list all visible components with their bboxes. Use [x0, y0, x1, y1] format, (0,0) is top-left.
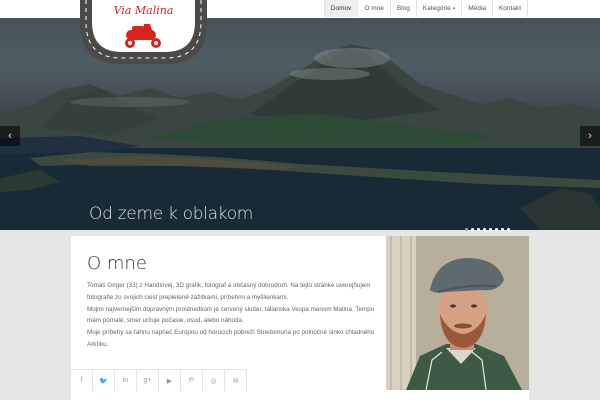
- nav-label: Kontakt: [498, 5, 521, 12]
- slider-dot[interactable]: [489, 228, 492, 231]
- slider-dot[interactable]: [501, 228, 504, 231]
- main-nav: Domov O mne Blog Kategórie ▾ Média Kontak…: [323, 0, 528, 17]
- slider-dot[interactable]: [477, 228, 480, 231]
- about-text: Tomáš Griger (33) z Handlovej, 3D grafik…: [87, 280, 387, 351]
- email-icon[interactable]: ✉: [225, 370, 247, 391]
- facebook-icon[interactable]: f: [71, 370, 93, 391]
- nav-item-kategorie[interactable]: Kategórie ▾: [417, 0, 463, 17]
- slider-pagination: [465, 228, 510, 231]
- logo-text: Via Malina: [113, 4, 174, 17]
- slider-dot[interactable]: [495, 228, 498, 231]
- nav-label: O mne: [364, 5, 384, 12]
- youtube-icon[interactable]: ▶: [159, 370, 181, 391]
- about-card: O mne Tomáš Griger (33) z Handlovej, 3D …: [71, 236, 529, 400]
- site-logo[interactable]: Via Malina: [80, 0, 207, 64]
- about-paragraph: Tomáš Griger (33) z Handlovej, 3D grafik…: [87, 282, 371, 301]
- slider-caption: Od zeme k oblakom: [89, 204, 254, 224]
- instagram-icon[interactable]: ◎: [203, 370, 225, 391]
- social-links: f 🐦 in g+ ▶ ℗ ◎ ✉: [71, 369, 247, 391]
- twitter-icon[interactable]: 🐦: [93, 370, 115, 391]
- about-title: O mne: [87, 253, 147, 274]
- nav-label: Média: [468, 5, 486, 12]
- slider-dot[interactable]: [471, 228, 474, 231]
- about-paragraph: Moje príbehy sa ťahnu naprieč Európou od…: [87, 329, 375, 348]
- author-photo: [386, 236, 529, 390]
- slider-dot[interactable]: [483, 228, 486, 231]
- nav-label: Domov: [330, 5, 352, 12]
- nav-item-domov[interactable]: Domov: [324, 0, 359, 17]
- chevron-down-icon: ▾: [452, 5, 456, 12]
- nav-item-media[interactable]: Média: [462, 0, 493, 17]
- slider-dot[interactable]: [507, 228, 510, 231]
- nav-item-o-mne[interactable]: O mne: [358, 0, 391, 17]
- nav-label: Blog: [396, 5, 410, 12]
- slider-next-button[interactable]: ›: [580, 126, 600, 146]
- linkedin-icon[interactable]: in: [115, 370, 137, 391]
- pinterest-icon[interactable]: ℗: [181, 370, 203, 391]
- nav-item-blog[interactable]: Blog: [391, 0, 417, 17]
- portrait-image: [386, 236, 529, 390]
- slider-prev-button[interactable]: ‹: [0, 126, 20, 146]
- nav-item-kontakt[interactable]: Kontakt: [493, 0, 528, 17]
- google-plus-icon[interactable]: g+: [137, 370, 159, 391]
- slider-dot[interactable]: [465, 228, 468, 231]
- about-paragraph: Mojim najvernejším dopravným prostriedko…: [87, 305, 375, 325]
- nav-label: Kategórie: [422, 5, 451, 12]
